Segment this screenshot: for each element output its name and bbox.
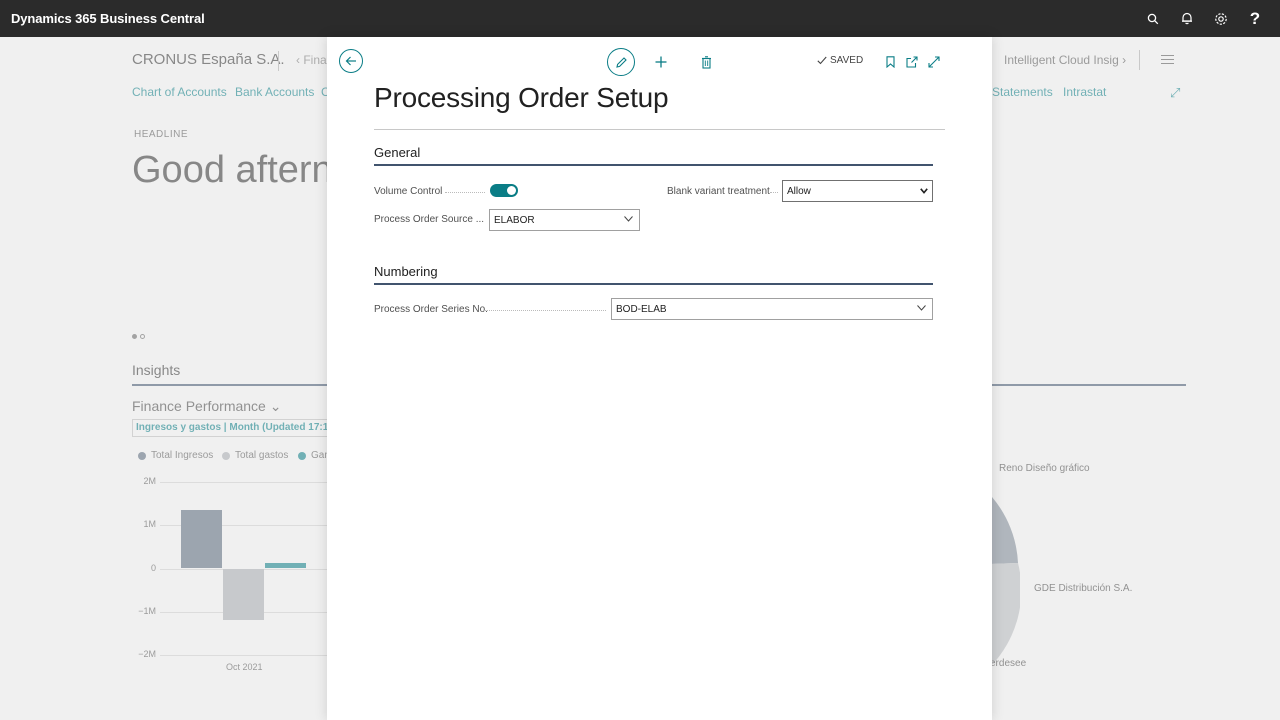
open-new-window-icon xyxy=(906,56,918,68)
delete-icon xyxy=(701,55,711,69)
breadcrumb-cloud-insights[interactable]: Intelligent Cloud Insig › xyxy=(1004,53,1126,67)
section-divider xyxy=(374,283,933,285)
bar-total-ingresos[interactable] xyxy=(181,510,222,569)
expand-icon xyxy=(928,56,940,68)
expand-button[interactable] xyxy=(927,55,941,69)
process-order-series-value: BOD-ELAB xyxy=(616,303,667,315)
legend-item: Gan xyxy=(298,450,330,461)
process-order-source-field[interactable]: ELABOR xyxy=(489,209,640,231)
check-icon xyxy=(817,56,827,65)
back-arrow-icon xyxy=(345,56,356,66)
breadcrumb-finance[interactable]: ‹ Fina xyxy=(296,53,327,67)
section-numbering-heading[interactable]: Numbering xyxy=(374,264,438,279)
breadcrumb-finance-label: Fina xyxy=(303,53,327,67)
open-new-window-button[interactable] xyxy=(905,55,919,69)
field-leader xyxy=(445,192,485,193)
legend-label: Total Ingresos xyxy=(151,450,214,461)
headline-label: HEADLINE xyxy=(134,129,189,140)
new-button[interactable] xyxy=(654,55,668,69)
pie-label: GDE Distribución S.A. xyxy=(1034,583,1133,594)
nav-link-bank-accounts[interactable]: Bank Accounts xyxy=(235,85,314,99)
chevron-down-icon: ⌄ xyxy=(269,398,282,414)
blank-variant-treatment-value: Allow xyxy=(787,185,811,197)
gridline xyxy=(160,482,330,483)
insights-heading: Insights xyxy=(132,362,181,378)
company-name: CRONUS España S.A. xyxy=(132,51,285,68)
bar-total-gastos[interactable] xyxy=(223,568,264,621)
nav-link-statements[interactable]: Statements xyxy=(992,85,1053,99)
bell-icon[interactable] xyxy=(1170,0,1204,37)
nav-link-intrastat[interactable]: Intrastat xyxy=(1063,85,1106,99)
blank-variant-treatment-select[interactable]: Allow xyxy=(782,180,933,202)
blank-variant-treatment-label: Blank variant treatment xyxy=(667,186,770,197)
divider xyxy=(1139,50,1140,70)
volume-control-toggle[interactable] xyxy=(490,184,518,197)
chevron-down-icon xyxy=(917,305,926,311)
y-tick-label: 2M xyxy=(143,476,156,486)
volume-control-label: Volume Control xyxy=(374,186,443,197)
gridline xyxy=(160,655,330,656)
field-leader xyxy=(484,310,606,311)
headline-greeting: Good afterno xyxy=(132,149,354,191)
chart-period-selector[interactable]: Ingresos y gastos | Month (Updated 17:10… xyxy=(132,419,332,437)
legend-item: Total Ingresos xyxy=(138,450,213,461)
bookmark-button[interactable] xyxy=(884,55,896,69)
bar-gan[interactable] xyxy=(265,563,306,569)
process-order-series-label: Process Order Series No. xyxy=(374,304,488,315)
breadcrumb-cloud-insights-label: Intelligent Cloud Insig xyxy=(1004,53,1119,67)
app-title: Dynamics 365 Business Central xyxy=(11,11,205,26)
y-tick-label: 1M xyxy=(143,519,156,530)
process-order-series-field[interactable]: BOD-ELAB xyxy=(611,298,933,320)
divider xyxy=(278,51,279,71)
app-bar: Dynamics 365 Business Central ? xyxy=(0,0,1280,37)
section-general-heading[interactable]: General xyxy=(374,145,420,160)
plus-icon xyxy=(655,56,667,68)
x-tick-label: Oct 2021 xyxy=(226,662,263,672)
carousel-dots[interactable] xyxy=(132,334,145,339)
y-tick-label: −1M xyxy=(138,605,156,616)
help-icon[interactable]: ? xyxy=(1238,0,1272,37)
finance-performance-label: Finance Performance xyxy=(132,398,266,414)
title-divider xyxy=(374,129,945,130)
edit-icon xyxy=(615,56,627,68)
expand-icon[interactable]: ⤢ xyxy=(1170,85,1180,101)
finance-performance-title[interactable]: Finance Performance ⌄ xyxy=(132,398,281,415)
gear-icon[interactable] xyxy=(1204,0,1238,37)
process-order-source-value: ELABOR xyxy=(494,214,535,226)
bookmark-icon xyxy=(885,56,895,68)
field-leader xyxy=(770,192,778,193)
chevron-down-icon xyxy=(920,188,928,194)
legend-label: Total gastos xyxy=(235,450,289,461)
legend-item: Total gastos xyxy=(222,450,288,461)
saved-status: SAVED xyxy=(817,55,863,66)
processing-order-setup-card: SAVED Processing Order Setup General Vol… xyxy=(327,37,992,720)
chevron-down-icon xyxy=(624,216,633,222)
y-tick-label: 0 xyxy=(150,562,156,573)
edit-button[interactable] xyxy=(607,48,635,76)
section-divider xyxy=(374,164,933,166)
process-order-source-label: Process Order Source ... xyxy=(374,214,485,225)
delete-button[interactable] xyxy=(699,55,713,69)
back-button[interactable] xyxy=(339,49,363,73)
saved-label: SAVED xyxy=(830,55,864,66)
pie-label: erdesee xyxy=(990,658,1027,669)
y-tick-label: −2M xyxy=(138,649,156,659)
pie-label: Reno Diseño gráfico xyxy=(999,463,1090,474)
search-icon[interactable] xyxy=(1136,0,1170,37)
hamburger-menu-icon[interactable] xyxy=(1161,55,1174,67)
page-title: Processing Order Setup xyxy=(374,82,669,113)
nav-link-chart-of-accounts[interactable]: Chart of Accounts xyxy=(132,85,227,99)
